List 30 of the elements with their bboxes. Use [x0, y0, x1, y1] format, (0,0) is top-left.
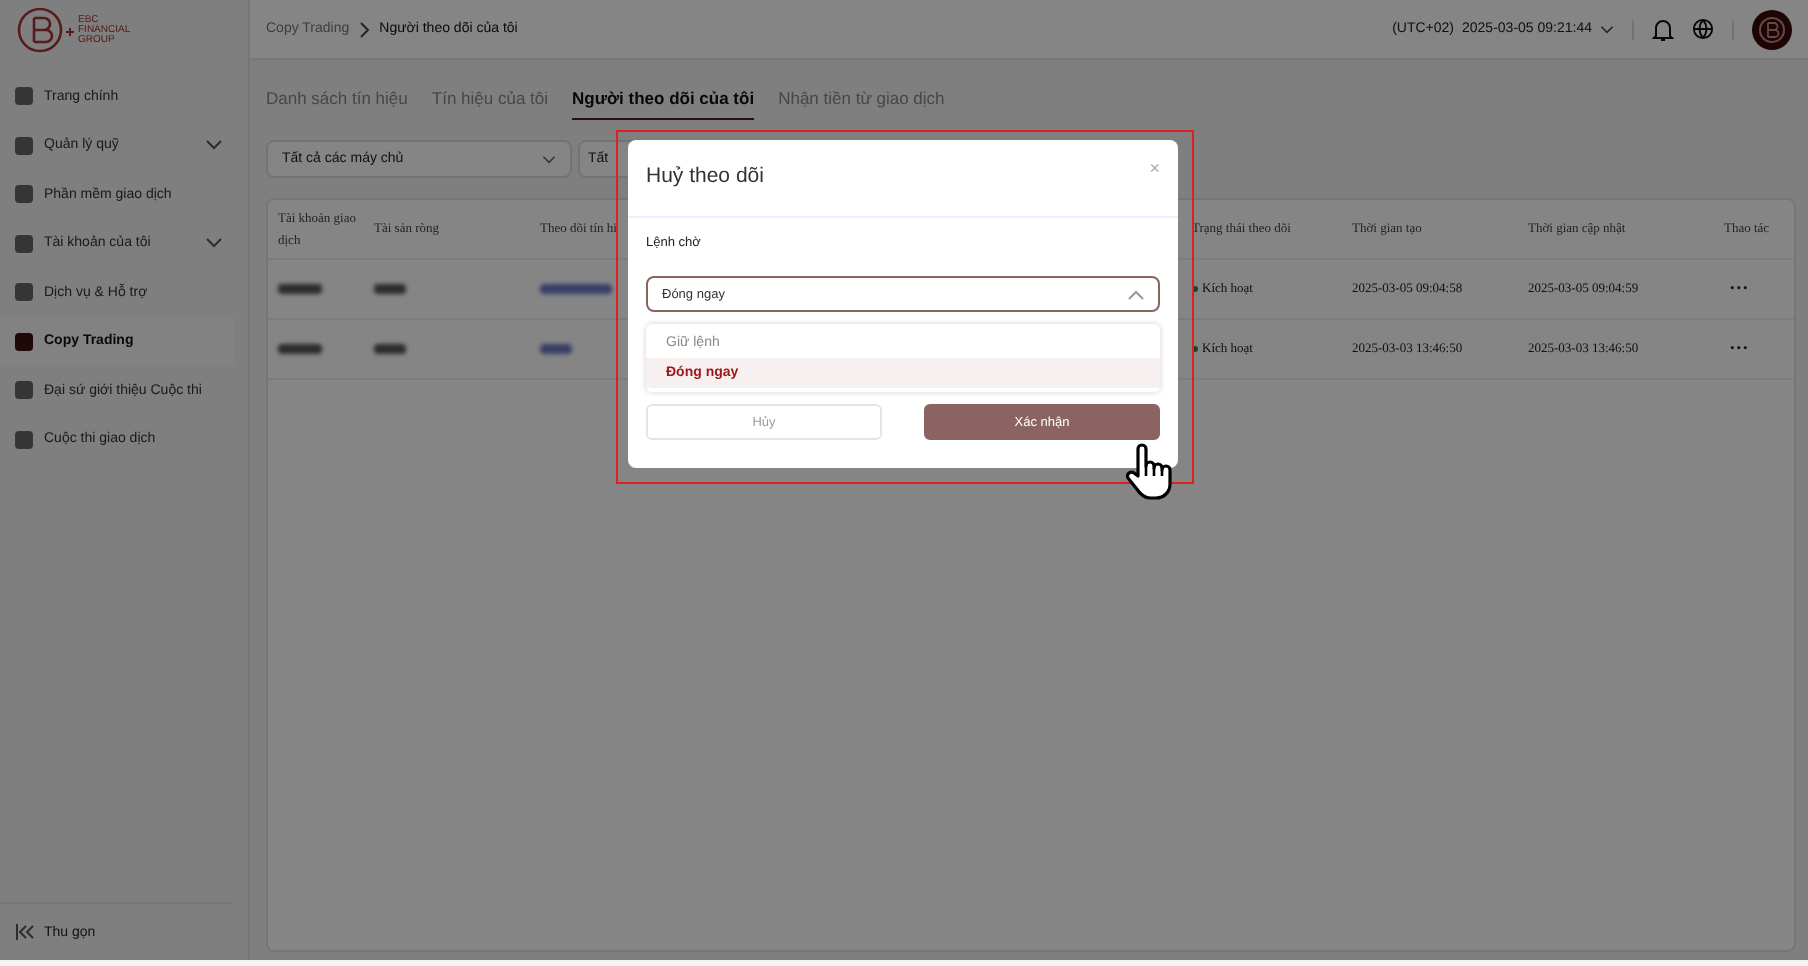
collapse-icon — [16, 924, 34, 940]
chevron-right-icon — [359, 21, 370, 37]
tab[interactable]: Danh sách tín hiệu — [266, 84, 408, 120]
menu-item-icon — [14, 184, 34, 205]
notification-bell-icon[interactable] — [1652, 17, 1674, 41]
status-dot-icon — [1192, 286, 1198, 292]
blurred-text — [278, 284, 322, 294]
menu-item-icon — [14, 331, 34, 352]
menu-item-icon — [14, 380, 34, 401]
avatar-icon[interactable] — [1752, 9, 1792, 49]
blurred-text — [374, 344, 406, 354]
blurred-text — [278, 344, 322, 354]
menu-item-icon — [14, 233, 34, 254]
tab[interactable]: Nhận tiền từ giao dịch — [778, 84, 945, 120]
chevron-down-icon — [1600, 25, 1614, 33]
menu-item-icon — [14, 429, 34, 450]
logo-icon — [16, 6, 76, 54]
chevron-down-icon — [206, 140, 222, 151]
menu-item-icon — [14, 135, 34, 156]
tab[interactable]: Người theo dõi của tôi — [572, 84, 755, 120]
menu-item-icon — [14, 86, 34, 107]
menu-item-icon — [14, 282, 34, 303]
tab[interactable]: Tín hiệu của tôi — [431, 84, 549, 120]
status-dot-icon — [1192, 346, 1198, 352]
close-button[interactable]: × — [1149, 160, 1160, 176]
blurred-text — [374, 284, 406, 294]
chevron-up-icon — [1128, 289, 1144, 299]
chevron-down-icon — [206, 238, 222, 249]
chevron-down-icon — [542, 155, 556, 163]
globe-icon[interactable] — [1692, 18, 1714, 40]
